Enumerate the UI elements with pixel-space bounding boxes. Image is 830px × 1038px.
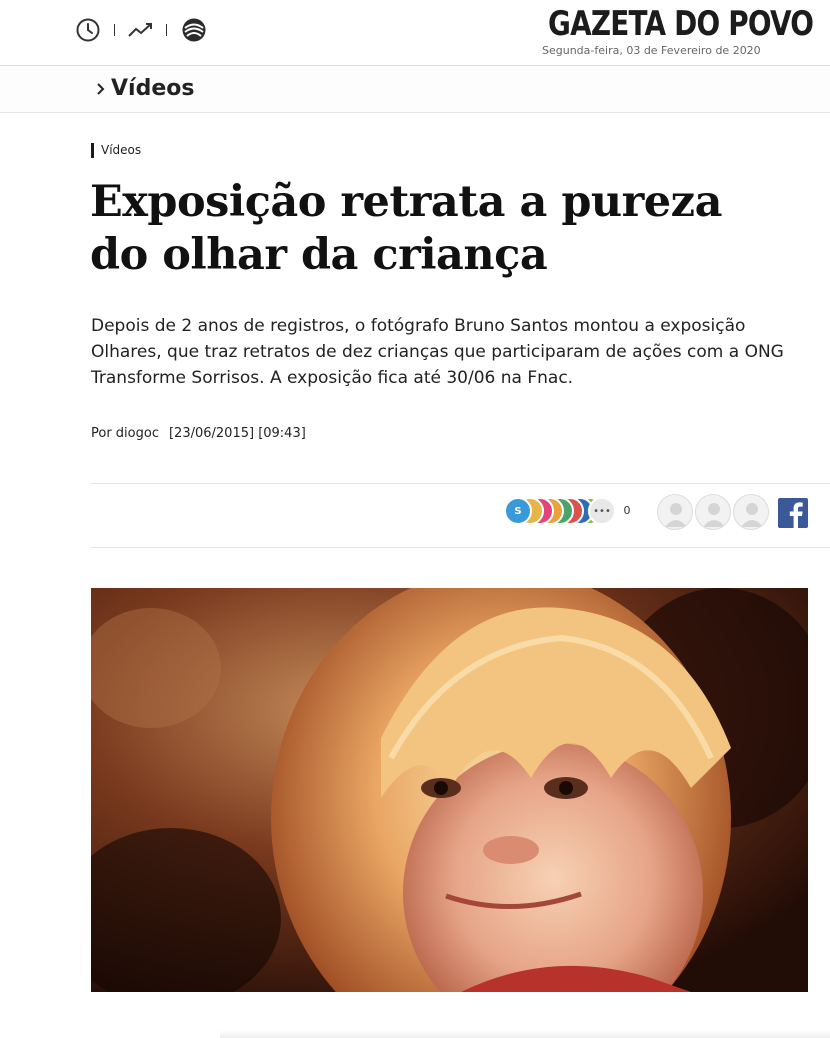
more-share-button[interactable]: •••: [588, 497, 616, 525]
article-photo: [91, 588, 808, 992]
article-lead: Depois de 2 anos de registros, o fotógra…: [91, 316, 784, 388]
article-headline: Exposição retrata a pureza do olhar da c…: [90, 177, 722, 280]
publish-datetime: [23/06/2015] [09:43]: [168, 426, 306, 441]
site-logo[interactable]: GAZETA DO POVO: [548, 4, 814, 44]
share-bar: S ••• 0: [91, 483, 830, 548]
author-name[interactable]: Por diogoc: [91, 426, 159, 441]
user-avatar-icon: [695, 494, 731, 530]
header-divider: [166, 24, 167, 36]
article-byline: Por diogoc [23/06/2015] [09:43]: [91, 426, 306, 441]
page-edge-shadow: [220, 1030, 830, 1038]
gazeta-mark-icon[interactable]: [181, 17, 207, 43]
current-date: Segunda-feira, 03 de Fevereiro de 2020: [542, 44, 761, 57]
user-avatar-icon: [657, 494, 693, 530]
header-divider: [114, 24, 115, 36]
share-count: 0: [623, 504, 631, 517]
user-avatar-icon: [733, 494, 769, 530]
trending-icon[interactable]: [127, 17, 155, 43]
chevron-right-icon: [97, 83, 105, 95]
section-title[interactable]: Vídeos: [111, 76, 194, 101]
share-button[interactable]: S: [504, 497, 532, 525]
clock-icon[interactable]: [75, 17, 101, 43]
top-header: GAZETA DO POVO Segunda-feira, 03 de Feve…: [0, 0, 830, 66]
category-tag[interactable]: Vídeos: [91, 143, 141, 158]
facebook-icon[interactable]: [778, 498, 808, 528]
section-bar: Vídeos: [0, 66, 830, 113]
